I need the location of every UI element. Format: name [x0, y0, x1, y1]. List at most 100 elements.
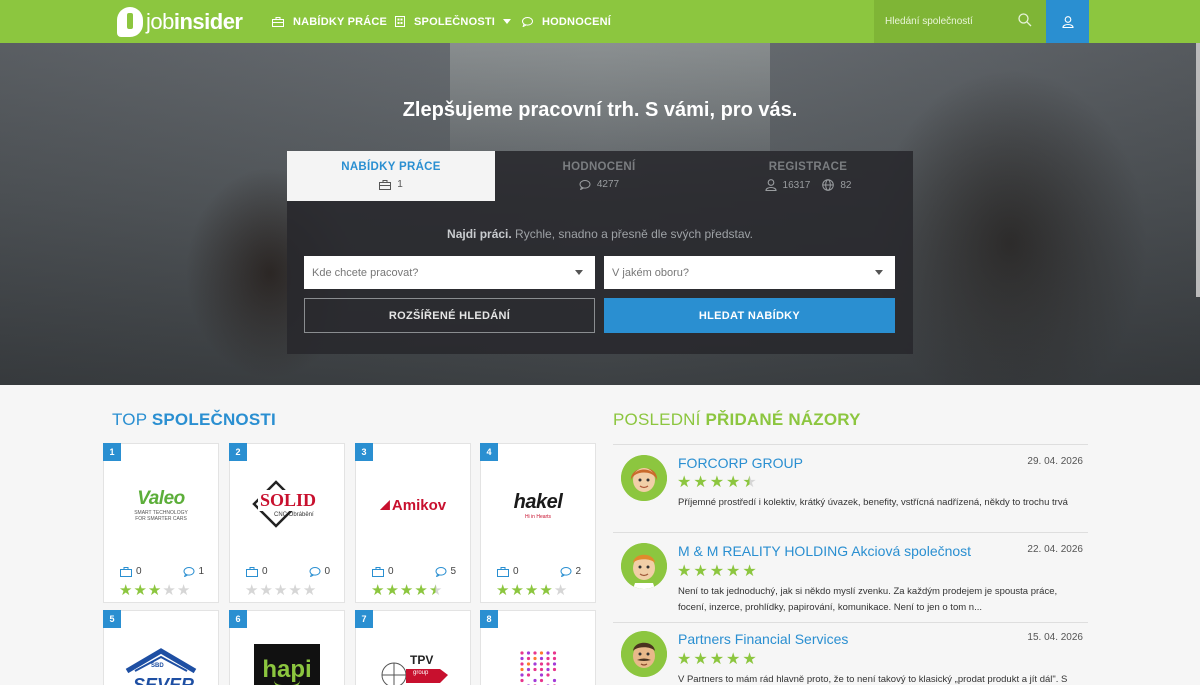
company-stats: 0 1 [120, 566, 204, 578]
page-scrollbar[interactable] [1196, 385, 1200, 685]
company-rating: ★ ★ ★ ★ ★ [496, 583, 567, 598]
star-icon: ★ [693, 651, 708, 668]
valeo-logo[interactable]: Valeo SMART TECHNOLOGY FOR SMARTER CARS [104, 462, 218, 548]
company-rank-badge: 6 [229, 610, 247, 628]
nav-item-companies[interactable]: SPOLEČNOSTI [395, 0, 512, 43]
building-icon [395, 16, 405, 27]
search-tagline: Najdi práci. Rychle, snadno a přesně dle… [447, 227, 753, 241]
hapi-logo[interactable]: hapi [230, 629, 344, 685]
avatar-woman-icon [621, 455, 667, 501]
review-text: V Partners to mám rád hlavně proto, že t… [678, 674, 1068, 685]
jobinsider-logo[interactable]: jobinsider [117, 5, 243, 38]
hero-title: Zlepšujeme pracovní trh. S vámi, pro vás… [402, 99, 798, 121]
company-card[interactable]: 5 SBD SEVER [103, 610, 219, 685]
company-search [874, 0, 1046, 43]
star-icon: ★ [371, 582, 385, 599]
tab-job-offers[interactable]: NABÍDKY PRÁCE 1 [287, 151, 495, 201]
user-icon [1061, 15, 1074, 28]
star-icon: ★ [677, 563, 692, 580]
company-card[interactable]: 1 Valeo SMART TECHNOLOGY FOR SMARTER CARS … [103, 443, 219, 603]
field-select[interactable]: V jakém oboru? [604, 256, 895, 289]
star-icon: ★ [709, 651, 725, 668]
location-select[interactable]: Kde chcete pracovat? [304, 256, 595, 289]
tpv-logo[interactable]: TPV group [356, 629, 470, 685]
speech-bubble-icon [183, 566, 195, 577]
company-rank-badge: 3 [355, 443, 373, 461]
logo-text: jobinsider [146, 8, 243, 34]
company-card[interactable]: 7 TPV group [355, 610, 471, 685]
star-icon: ★ [245, 582, 259, 599]
solid-logo[interactable]: SOLID CNC Obrábění [230, 462, 344, 548]
review-item[interactable]: M & M REALITY HOLDING Akciová společnost… [613, 532, 1088, 622]
star-icon: ★ [709, 474, 725, 491]
company-job-count: 0 [513, 566, 519, 577]
amikov-logo[interactable]: Amikov [356, 462, 470, 548]
search-panel: NABÍDKY PRÁCE 1 HODNOCENÍ 4277 REGISTRAC… [287, 151, 913, 354]
star-icon: ★ [539, 582, 553, 599]
star-icon: ★ [553, 582, 568, 599]
logo-wordmark: Valeo [137, 488, 185, 509]
company-rating: ★ ★ ★ ★ ★ [119, 583, 190, 598]
review-text: Příjemné prostředí i kolektiv, krátký úv… [678, 497, 1068, 508]
company-job-count: 0 [136, 566, 142, 577]
logo-subtitle: SBD [151, 663, 164, 669]
review-item[interactable]: Partners Financial Services 15. 04. 2026… [613, 622, 1088, 685]
sever-logo[interactable]: SBD SEVER [104, 629, 218, 685]
star-icon: ★ [726, 563, 741, 580]
company-search-input[interactable] [885, 16, 1015, 27]
company-rank-badge: 7 [355, 610, 373, 628]
company-review-count: 5 [450, 566, 456, 577]
tab-registration[interactable]: REGISTRACE 16317 82 [703, 151, 913, 201]
review-company-name[interactable]: FORCORP GROUP [678, 455, 803, 471]
star-icon: ★ [742, 651, 757, 668]
briefcase-icon [372, 566, 384, 577]
search-icon[interactable] [1018, 13, 1032, 27]
review-date: 15. 04. 2026 [1027, 632, 1083, 643]
company-rank-badge: 4 [480, 443, 498, 461]
speech-bubble-icon [579, 179, 591, 190]
globe-icon [822, 179, 835, 191]
logo-subtitle: CNC Obrábění [274, 512, 314, 518]
review-company-name[interactable]: Partners Financial Services [678, 631, 848, 647]
star-icon: ★ [162, 582, 176, 599]
logo-subtitle: SMART TECHNOLOGY FOR SMARTER CARS [134, 510, 188, 522]
dots-logo[interactable] [481, 629, 595, 685]
star-icon: ★ [399, 582, 414, 599]
briefcase-icon [272, 16, 284, 27]
search-offers-button[interactable]: HLEDAT NABÍDKY [604, 298, 895, 333]
review-rating: ★ ★ ★ ★ ★ [677, 652, 757, 668]
star-icon: ★ [524, 582, 539, 599]
user-account-button[interactable] [1046, 0, 1089, 43]
nav-item-reviews[interactable]: HODNOCENÍ [522, 0, 611, 43]
logo-wordmark: SEVER [133, 675, 195, 685]
company-card[interactable]: 8 [480, 610, 596, 685]
logo-wordmark: SOLID [258, 490, 319, 511]
review-rating: ★ ★ ★ ★ ★ [677, 564, 757, 580]
speech-bubble-icon [522, 16, 533, 27]
star-icon: ★ [510, 582, 524, 599]
star-icon: ★ [709, 563, 725, 580]
review-item[interactable]: FORCORP GROUP 29. 04. 2026 ★ ★ ★ ★ ★ Příjemn… [613, 444, 1088, 532]
star-icon: ★ [677, 474, 692, 491]
review-company-name[interactable]: M & M REALITY HOLDING Akciová společnost [678, 543, 971, 559]
nav-item-job-offers[interactable]: NABÍDKY PRÁCE [272, 0, 387, 43]
company-review-count: 0 [324, 566, 330, 577]
star-icon: ★ [742, 474, 757, 491]
star-icon: ★ [726, 651, 741, 668]
company-card[interactable]: 2 SOLID CNC Obrábění 0 0 ★ ★ ★ ★ ★ [229, 443, 345, 603]
logo-wordmark: Amikov [391, 496, 447, 514]
star-icon: ★ [385, 582, 399, 599]
advanced-search-button[interactable]: ROZŠÍŘENÉ HLEDÁNÍ [304, 298, 595, 333]
star-icon: ★ [273, 582, 288, 599]
company-rating: ★ ★ ★ ★ ★ [245, 583, 316, 598]
briefcase-icon [379, 179, 392, 190]
hakel-logo[interactable]: hakel Hi in Hearts [481, 462, 595, 548]
top-navigation-bar: jobinsider NABÍDKY PRÁCE SPOLEČNOSTI HOD… [0, 0, 1200, 43]
company-card[interactable]: 4 hakel Hi in Hearts 0 2 ★ ★ ★ ★ ★ [480, 443, 596, 603]
latest-reviews-heading: POSLEDNÍ PŘIDANÉ NÁZORY [613, 410, 861, 429]
company-card[interactable]: 6 hapi [229, 610, 345, 685]
company-card[interactable]: 3 Amikov 0 5 ★ ★ ★ ★ ★ [355, 443, 471, 603]
tab-reviews[interactable]: HODNOCENÍ 4277 [495, 151, 703, 201]
hero-scrollbar[interactable] [1196, 43, 1200, 297]
star-icon: ★ [693, 474, 708, 491]
